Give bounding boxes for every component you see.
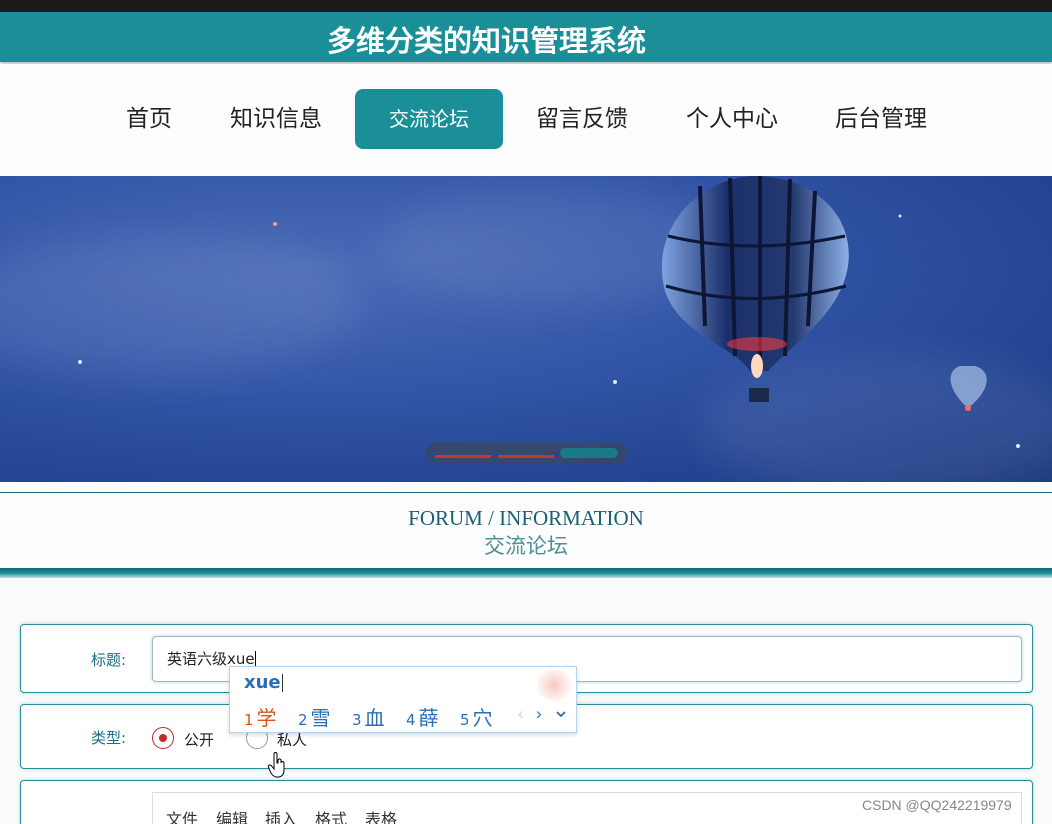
candidate-number: 2 xyxy=(298,711,308,729)
nav-item-personal[interactable]: 个人中心 xyxy=(678,89,786,149)
site-title: 多维分类的知识管理系统 xyxy=(327,24,647,58)
section-title-cn: 交流论坛 xyxy=(484,534,568,558)
nav-item-feedback[interactable]: 留言反馈 xyxy=(528,89,636,149)
hand-cursor-icon xyxy=(267,752,285,778)
carousel-dot-2[interactable] xyxy=(498,455,554,458)
carousel-dot-1[interactable] xyxy=(435,455,491,458)
ime-caret xyxy=(281,674,283,692)
site-header: 多维分类的知识管理系统 xyxy=(0,12,1052,62)
ime-logo-icon xyxy=(536,669,572,701)
candidate-number: 4 xyxy=(406,711,416,729)
editor-menu-table[interactable]: 表格 xyxy=(365,806,397,824)
candidate-text: 雪 xyxy=(310,706,331,730)
nav-item-knowledge[interactable]: 知识信息 xyxy=(222,89,330,149)
ime-candidate-4[interactable]: 4薛 xyxy=(406,702,439,731)
carousel-indicators xyxy=(426,442,627,464)
balloon-illustration xyxy=(78,176,1020,448)
chevron-left-icon[interactable]: ‹ xyxy=(518,704,524,724)
section-title-en: FORUM / INFORMATION xyxy=(408,506,644,530)
watermark: CSDN @QQ242219979 xyxy=(862,797,1012,813)
chevron-down-icon[interactable] xyxy=(555,705,567,725)
ime-candidate-window: xue 1学 2雪 3血 4薛 5穴 ‹ › xyxy=(229,666,577,733)
candidate-text: 血 xyxy=(364,706,385,730)
editor-menu-file[interactable]: 文件 xyxy=(166,806,198,824)
candidate-text: 学 xyxy=(256,706,277,730)
hero-banner xyxy=(0,176,1052,482)
nav-item-admin[interactable]: 后台管理 xyxy=(827,89,935,149)
radio-public[interactable] xyxy=(152,727,174,749)
divider xyxy=(0,568,1052,578)
candidate-number: 3 xyxy=(352,711,362,729)
chevron-right-icon[interactable]: › xyxy=(536,704,542,724)
editor-menu-format[interactable]: 格式 xyxy=(315,806,347,824)
nav-item-forum[interactable]: 交流论坛 xyxy=(355,89,503,149)
carousel-dot-3[interactable] xyxy=(560,448,618,458)
ime-candidate-5[interactable]: 5穴 xyxy=(460,702,493,731)
ime-composition-text: xue xyxy=(244,672,281,693)
radio-public-label[interactable]: 公开 xyxy=(184,729,214,750)
ime-composition: xue xyxy=(244,672,283,693)
main-nav: 首页 知识信息 交流论坛 留言反馈 个人中心 后台管理 xyxy=(0,64,1052,176)
candidate-text: 薛 xyxy=(418,706,439,730)
editor-menu-edit[interactable]: 编辑 xyxy=(216,806,248,824)
divider xyxy=(0,492,1052,493)
editor-menu-insert[interactable]: 插入 xyxy=(265,806,297,824)
window-top-strip xyxy=(0,0,1052,12)
type-label: 类型: xyxy=(91,729,127,747)
nav-item-home[interactable]: 首页 xyxy=(110,89,188,149)
candidate-text: 穴 xyxy=(472,706,493,730)
candidate-number: 5 xyxy=(460,711,470,729)
section-header: FORUM / INFORMATION 交流论坛 xyxy=(0,482,1052,580)
ime-candidate-2[interactable]: 2雪 xyxy=(298,702,331,731)
title-label: 标题: xyxy=(91,651,127,669)
ime-candidate-1[interactable]: 1学 xyxy=(244,702,277,731)
candidate-number: 1 xyxy=(244,711,254,729)
ime-candidate-3[interactable]: 3血 xyxy=(352,702,385,731)
